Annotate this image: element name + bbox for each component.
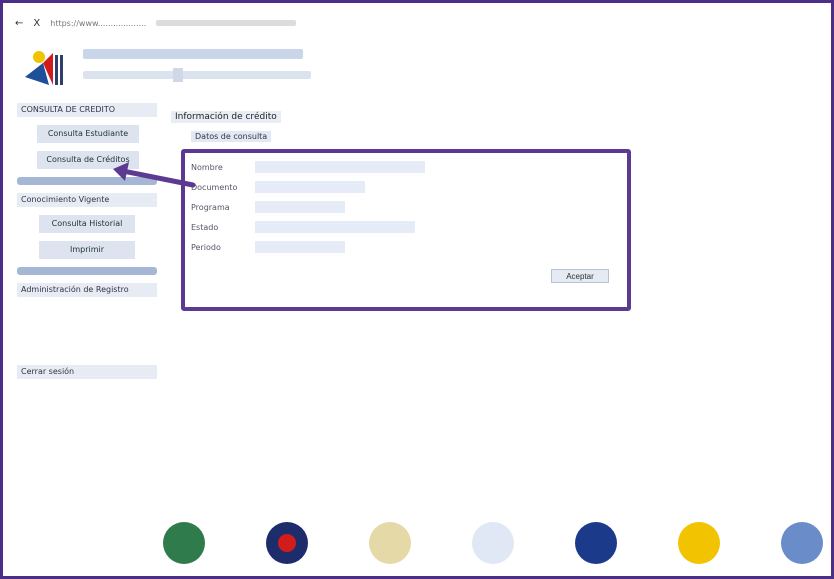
page-title bbox=[83, 49, 303, 59]
accept-button[interactable]: Aceptar bbox=[551, 269, 609, 283]
page-subtitle bbox=[83, 68, 311, 82]
sidebar-item-imprimir[interactable]: Imprimir bbox=[39, 241, 135, 259]
field-programa bbox=[255, 201, 345, 213]
footer-emblems bbox=[163, 517, 823, 569]
sidebar-section-admin[interactable]: Administración de Registro bbox=[17, 283, 157, 297]
sidebar-section-credit: CONSULTA DE CREDITO bbox=[17, 103, 157, 117]
field-estado bbox=[255, 221, 415, 233]
field-documento bbox=[255, 181, 365, 193]
emblem-icon bbox=[781, 522, 823, 564]
field-nombre bbox=[255, 161, 425, 173]
field-label-periodo: Periodo bbox=[191, 243, 221, 252]
field-label-estado: Estado bbox=[191, 223, 219, 232]
emblem-icon bbox=[678, 522, 720, 564]
field-label-programa: Programa bbox=[191, 203, 230, 212]
app-window: ← X https://www................... CONSU… bbox=[0, 0, 834, 579]
sidebar-section-logout[interactable]: Cerrar sesión bbox=[17, 365, 157, 379]
url-text[interactable]: https://www................... bbox=[50, 19, 146, 28]
emblem-icon bbox=[369, 522, 411, 564]
field-label-documento: Documento bbox=[191, 183, 238, 192]
sidebar-item-consulta-estudiante[interactable]: Consulta Estudiante bbox=[37, 125, 139, 143]
colombia-logo bbox=[25, 51, 63, 85]
top-toolbar: ← X https://www................... bbox=[15, 15, 485, 31]
emblem-icon bbox=[472, 522, 514, 564]
emblem-icon bbox=[575, 522, 617, 564]
url-placeholder-pill bbox=[156, 20, 297, 26]
callout-arrow bbox=[113, 162, 196, 188]
sidebar-item-consulta-historial[interactable]: Consulta Historial bbox=[39, 215, 135, 233]
sidebar-section-vigente: Conocimiento Vigente bbox=[17, 193, 157, 207]
field-periodo bbox=[255, 241, 345, 253]
main-subtitle: Datos de consulta bbox=[191, 131, 272, 142]
credit-info-panel: Nombre Documento Programa Estado Periodo… bbox=[181, 149, 631, 311]
emblem-icon bbox=[163, 522, 205, 564]
close-icon[interactable]: X bbox=[33, 18, 40, 29]
main-title: Información de crédito bbox=[171, 111, 281, 123]
back-icon[interactable]: ← bbox=[15, 18, 23, 29]
sidebar-divider bbox=[17, 267, 157, 275]
emblem-icon bbox=[266, 522, 308, 564]
